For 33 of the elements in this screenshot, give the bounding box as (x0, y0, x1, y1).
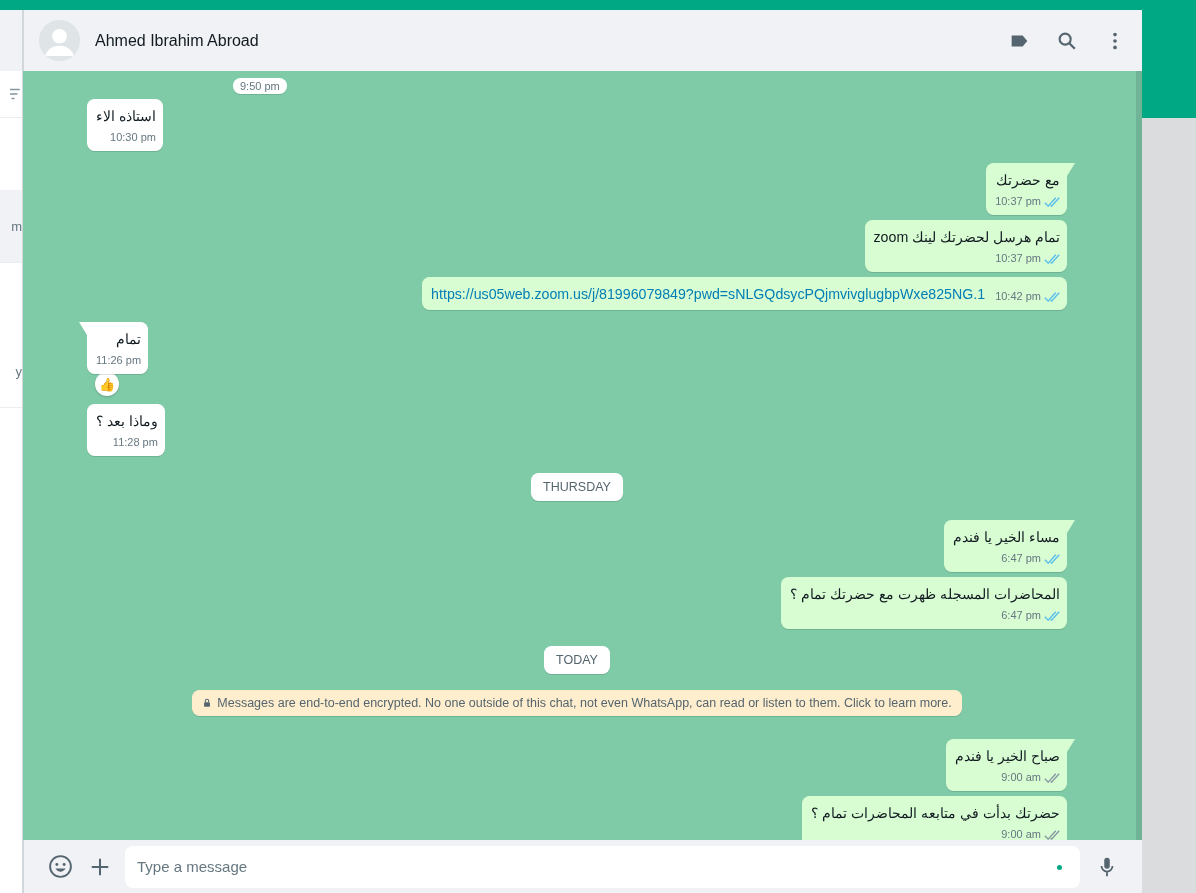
chat-list-item[interactable]: y (0, 335, 22, 408)
encryption-notice[interactable]: Messages are end-to-end encrypted. No one outside of this chat, not even WhatsApp, can read or listen to them. Click to learn more. (192, 690, 962, 716)
date-divider: THURSDAY (531, 473, 623, 501)
message-time: 10:37 pm (995, 251, 1041, 266)
message-input[interactable]: Type a message (125, 845, 1080, 888)
chat-name: m (11, 218, 22, 234)
message-time: 11:26 pm (96, 353, 142, 368)
lock-icon (202, 698, 213, 708)
filter-icon (10, 87, 22, 101)
message-text: وماذا بعد ؟ (96, 412, 158, 431)
message-time: 10:37 pm (995, 194, 1041, 209)
message-time: 6:47 pm (1001, 551, 1041, 566)
date-divider: TODAY (544, 646, 610, 674)
message-time: 11:28 pm (112, 435, 158, 450)
status-dot (1057, 864, 1062, 870)
message-text: مع حضرتك (995, 171, 1060, 190)
message-time: 9:00 am (1001, 770, 1041, 785)
chat-list-item[interactable]: m (0, 190, 22, 263)
message-time: 9:00 am (1001, 827, 1041, 840)
message-text: صباح الخير يا فندم (955, 747, 1060, 766)
message-text: استاذه الاء (96, 107, 156, 126)
message-text: تمام (115, 330, 142, 349)
message-text: حضرتك بدأت في متابعه المحاضرات تمام ؟ (811, 803, 1060, 823)
message-time: 9:50 pm (233, 78, 287, 94)
message-link[interactable]: https://us05web.zoom.us/j/81996079849?pwd=sNLGQdsycPQjmvivglugbpWxe825NG.1 (431, 283, 986, 304)
message-text: تمام هرسل لحضرتك لينك zoom (873, 228, 1060, 247)
message-time: 6:47 pm (1001, 608, 1041, 623)
message-time: 10:30 pm (110, 130, 156, 145)
emoji-icon[interactable] (48, 854, 73, 879)
message-time: 10:42 pm (995, 289, 1041, 304)
message-text: المحاضرات المسجله ظهرت مع حضرتك تمام ؟ (790, 585, 1060, 604)
chat-name: y (15, 363, 22, 379)
message-text: مساء الخير يا فندم (953, 528, 1060, 547)
